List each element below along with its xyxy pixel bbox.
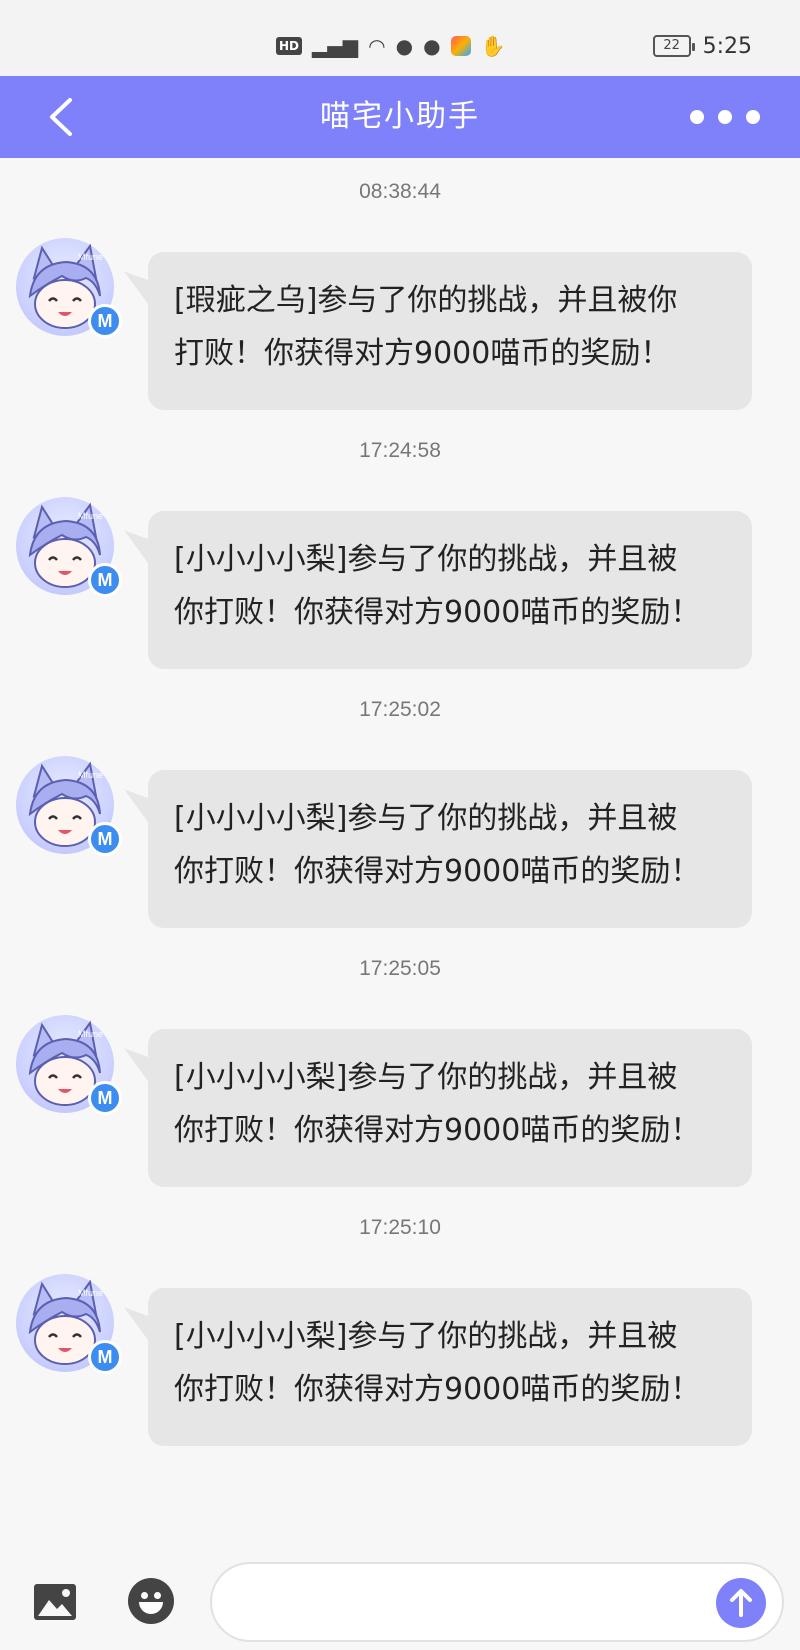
message-line: [小小小小梨]参与了你的挑战，并且被 [174,1060,678,1095]
message-bubble: [小小小小梨]参与了你的挑战，并且被 你打败！你获得对方9000喵币的奖励！ [148,511,752,669]
status-right: 22 5:25 [652,32,752,60]
status-bar: HD ▂▄▆ ◠ ● ● ✋ 22 5:25 [0,0,800,76]
message-timestamp: 08:38:44 [359,180,441,203]
m-badge-icon: M [88,822,122,856]
message-input[interactable] [210,1562,784,1642]
hd-icon: HD [276,37,303,55]
message-timestamp: 17:24:58 [359,439,441,462]
message-bubble: [小小小小梨]参与了你的挑战，并且被 你打败！你获得对方9000喵币的奖励！ [148,1029,752,1187]
message-timestamp: 17:25:05 [359,957,441,980]
svg-text:Mfune: Mfune [78,511,103,521]
m-badge-icon: M [88,1081,122,1115]
message-line: 你打败！你获得对方9000喵币的奖励！ [174,1113,701,1148]
message-item: 08:38:44 Mfune M [瑕疵之乌]参与了你的挑战，并且被你 打败！你… [0,158,800,430]
send-arrow-icon [730,1589,752,1617]
status-icons: HD ▂▄▆ ◠ ● ● ✋ [276,32,505,60]
svg-text:Mfune: Mfune [78,1288,103,1298]
m-badge-icon: M [88,563,122,597]
message-list[interactable]: 08:38:44 Mfune M [瑕疵之乌]参与了你的挑战，并且被你 打败！你… [0,158,800,1540]
emoji-button[interactable] [128,1578,174,1624]
app-icon [450,36,471,56]
message-line: [小小小小梨]参与了你的挑战，并且被 [174,542,678,577]
status-time: 5:25 [702,33,752,59]
input-bar [0,1540,800,1650]
chat-header: 喵宅小助手 [0,76,800,158]
image-icon [34,1584,76,1620]
message-bubble: [瑕疵之乌]参与了你的挑战，并且被你 打败！你获得对方9000喵币的奖励！ [148,252,752,410]
message-bubble: [小小小小梨]参与了你的挑战，并且被 你打败！你获得对方9000喵币的奖励！ [148,1288,752,1446]
message-line: [瑕疵之乌]参与了你的挑战，并且被你 [174,283,678,318]
message-timestamp: 17:25:02 [359,698,441,721]
battery-icon: 22 [652,35,695,57]
message-line: [小小小小梨]参与了你的挑战，并且被 [174,1319,678,1354]
message-line: 你打败！你获得对方9000喵币的奖励！ [174,595,701,630]
message-line: [小小小小梨]参与了你的挑战，并且被 [174,801,678,836]
message-icon: ● [423,34,441,58]
svg-text:Mfune: Mfune [78,252,103,262]
message-timestamp: 17:25:10 [359,1216,441,1239]
page-title: 喵宅小助手 [320,99,480,134]
wifi-icon: ◠ [368,34,386,58]
message-item: 17:24:58 Mfune M [小小小小梨]参与了你的挑战，并且被 你打败！… [0,417,800,689]
message-line: 你打败！你获得对方9000喵币的奖励！ [174,1372,701,1407]
signal-5g-icon: ▂▄▆ [312,34,359,58]
emoji-icon [139,1602,163,1614]
more-dots-icon [690,110,704,124]
send-button[interactable] [716,1578,766,1628]
message-line: 你打败！你获得对方9000喵币的奖励！ [174,854,701,889]
svg-text:Mfune: Mfune [78,770,103,780]
m-badge-icon: M [88,304,122,338]
image-button[interactable] [32,1580,78,1624]
wechat-icon: ● [395,34,414,58]
more-dots-icon [746,110,760,124]
message-line: 打败！你获得对方9000喵币的奖励！ [174,336,671,371]
svg-text:Mfune: Mfune [78,1029,103,1039]
message-item: 17:25:05 Mfune M [小小小小梨]参与了你的挑战，并且被 你打败！… [0,935,800,1207]
more-dots-icon [718,110,732,124]
more-button[interactable] [690,98,760,136]
message-item: 17:25:02 Mfune M [小小小小梨]参与了你的挑战，并且被 你打败！… [0,676,800,948]
m-badge-icon: M [88,1340,122,1374]
hand-icon: ✋ [480,34,506,58]
message-item: 17:25:10 Mfune M [小小小小梨]参与了你的挑战，并且被 你打败！… [0,1194,800,1466]
message-bubble: [小小小小梨]参与了你的挑战，并且被 你打败！你获得对方9000喵币的奖励！ [148,770,752,928]
